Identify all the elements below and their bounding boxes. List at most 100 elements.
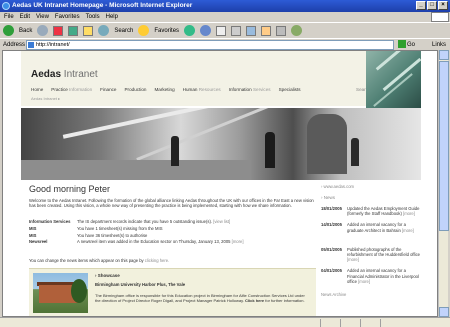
scroll-down-button[interactable] <box>439 307 449 317</box>
go-button[interactable]: Go <box>398 40 415 50</box>
nav-human-resources[interactable]: Human Resources <box>183 87 221 92</box>
logo-bold: Aedas <box>31 69 62 80</box>
browser-window: Aedas UK Intranet Homepage - Microsoft I… <box>0 0 450 327</box>
search-icon[interactable] <box>98 25 110 36</box>
windows-flag-icon <box>431 12 449 22</box>
news-item: 18/01/2005 Updated the Aedas Employment … <box>321 206 421 216</box>
info-row: MIS You have 36 timesheet(s) to authoris… <box>29 233 319 240</box>
info-row: MIS You have 1 timesheet(s) missing from… <box>29 226 319 233</box>
main-nav: Home Practice Information Finance Produc… <box>31 87 301 92</box>
mail-icon[interactable] <box>216 25 227 36</box>
welcome-text: Welcome to the Aedas Intranet. Following… <box>29 198 314 209</box>
refresh-icon[interactable] <box>68 25 79 36</box>
nav-label: Home <box>31 87 44 92</box>
forward-arrow-icon[interactable] <box>37 25 49 36</box>
menu-view[interactable]: View <box>36 12 49 22</box>
news-date: 05/01/2005 <box>321 246 342 252</box>
home-icon[interactable] <box>83 25 94 36</box>
nav-label: Finance <box>100 87 117 92</box>
showcase-link[interactable]: Click here <box>245 298 264 303</box>
info-value: The IS department records indicate that … <box>77 219 319 226</box>
edit-icon[interactable] <box>246 25 257 36</box>
minimize-button[interactable]: _ <box>416 1 426 10</box>
messenger-icon[interactable] <box>291 25 303 36</box>
back-button-label[interactable]: Back <box>19 28 32 34</box>
menu-help[interactable]: Help <box>106 12 118 22</box>
nav-finance[interactable]: Finance <box>100 87 116 92</box>
stop-icon[interactable] <box>53 25 64 36</box>
vertical-scrollbar[interactable] <box>438 50 449 317</box>
nav-production[interactable]: Production <box>124 87 146 92</box>
view-list-link[interactable]: [view list] <box>213 219 230 224</box>
favorites-button-label[interactable]: Favorites <box>154 28 179 34</box>
close-button[interactable]: × <box>438 1 448 10</box>
menu-edit[interactable]: Edit <box>20 12 30 22</box>
showcase-photo <box>33 273 88 313</box>
go-label[interactable]: Go <box>407 42 415 48</box>
go-arrow-icon <box>398 40 406 49</box>
nav-label: Practice <box>51 87 68 92</box>
menu-favorites[interactable]: Favorites <box>55 12 80 22</box>
news-more-link[interactable]: [more] <box>358 279 370 284</box>
news-heading: › News <box>321 195 336 200</box>
scroll-thumb[interactable] <box>439 61 449 231</box>
history-icon[interactable] <box>200 25 212 36</box>
site-header: Aedas Intranet Home Practice Information… <box>21 51 421 109</box>
site-logo[interactable]: Aedas Intranet <box>31 69 98 80</box>
news-item: 14/01/2005 Added an internal vacancy for… <box>321 222 421 232</box>
news-more-link[interactable]: [more] <box>403 211 415 216</box>
greeting-heading: Good morning Peter <box>29 184 111 194</box>
news-more-link[interactable]: [more] <box>347 257 359 262</box>
news-headline: Added an internal vacancy for a graduate… <box>347 222 406 233</box>
nav-specialists[interactable]: Specialists <box>279 87 301 92</box>
menu-tools[interactable]: Tools <box>86 12 100 22</box>
title-bar: Aedas UK Intranet Homepage - Microsoft I… <box>0 0 450 12</box>
status-zone <box>380 319 448 327</box>
nav-information-services[interactable]: Information Services <box>229 87 271 92</box>
change-news-link[interactable]: clicking here. <box>145 258 169 263</box>
nav-practice-information[interactable]: Practice Information <box>51 87 92 92</box>
info-text: The IS department records indicate that … <box>77 219 213 224</box>
status-bar <box>0 317 450 327</box>
news-archive-link[interactable]: News Archive <box>321 292 421 297</box>
news-text: Updated the Aedas Employment Guide (form… <box>347 206 421 216</box>
hero-photo <box>21 108 421 180</box>
scroll-up-button[interactable] <box>439 50 449 60</box>
nav-marketing[interactable]: Marketing <box>154 87 174 92</box>
graphic-stripe <box>382 57 421 92</box>
info-value: You have 1 timesheet(s) missing from the… <box>77 225 163 231</box>
status-cell <box>340 319 360 327</box>
tree <box>71 279 87 303</box>
media-icon[interactable] <box>184 25 196 36</box>
back-arrow-icon[interactable] <box>3 25 14 36</box>
tool-icon[interactable] <box>276 25 287 36</box>
news-more-link[interactable]: [more] <box>402 228 414 233</box>
address-value[interactable]: http://intranet/ <box>36 42 70 48</box>
info-key: MIS <box>29 225 37 231</box>
news-date: 14/01/2005 <box>321 222 342 228</box>
menu-bar: File Edit View Favorites Tools Help <box>0 12 450 22</box>
info-key: Newsreel <box>29 239 48 245</box>
newsreel-more-link[interactable]: [more] <box>232 239 244 244</box>
toolbar: Back Search Favorites <box>0 22 450 38</box>
info-row: Newsreel A newsreel item was added in th… <box>29 239 319 246</box>
nav-label: Specialists <box>278 87 301 92</box>
address-input[interactable]: http://intranet/ <box>26 40 394 50</box>
showcase-panel: › Showcase Birmingham University Harbor … <box>29 268 316 316</box>
nav-label: Information <box>228 87 252 92</box>
favorites-star-icon[interactable] <box>138 25 150 36</box>
print-icon[interactable] <box>231 25 242 36</box>
menu-file[interactable]: File <box>4 12 14 22</box>
search-button-label[interactable]: Search <box>114 28 133 34</box>
breadcrumb[interactable]: Aedas Intranet ▸ <box>31 96 60 101</box>
logo-light: Intranet <box>63 69 98 80</box>
showcase-subtitle: Birmingham University Harbor Plus, The V… <box>95 282 186 287</box>
aedas-site-link[interactable]: › www.aedas.com <box>321 184 421 189</box>
status-cell <box>320 319 340 327</box>
nav-home[interactable]: Home <box>31 87 43 92</box>
graphic-stripe <box>373 73 413 107</box>
news-headline: Published photographs of the refurbishme… <box>347 246 421 258</box>
news-date: 04/01/2005 <box>321 268 342 274</box>
folder-icon[interactable] <box>261 25 272 36</box>
maximize-button[interactable]: □ <box>427 1 437 10</box>
